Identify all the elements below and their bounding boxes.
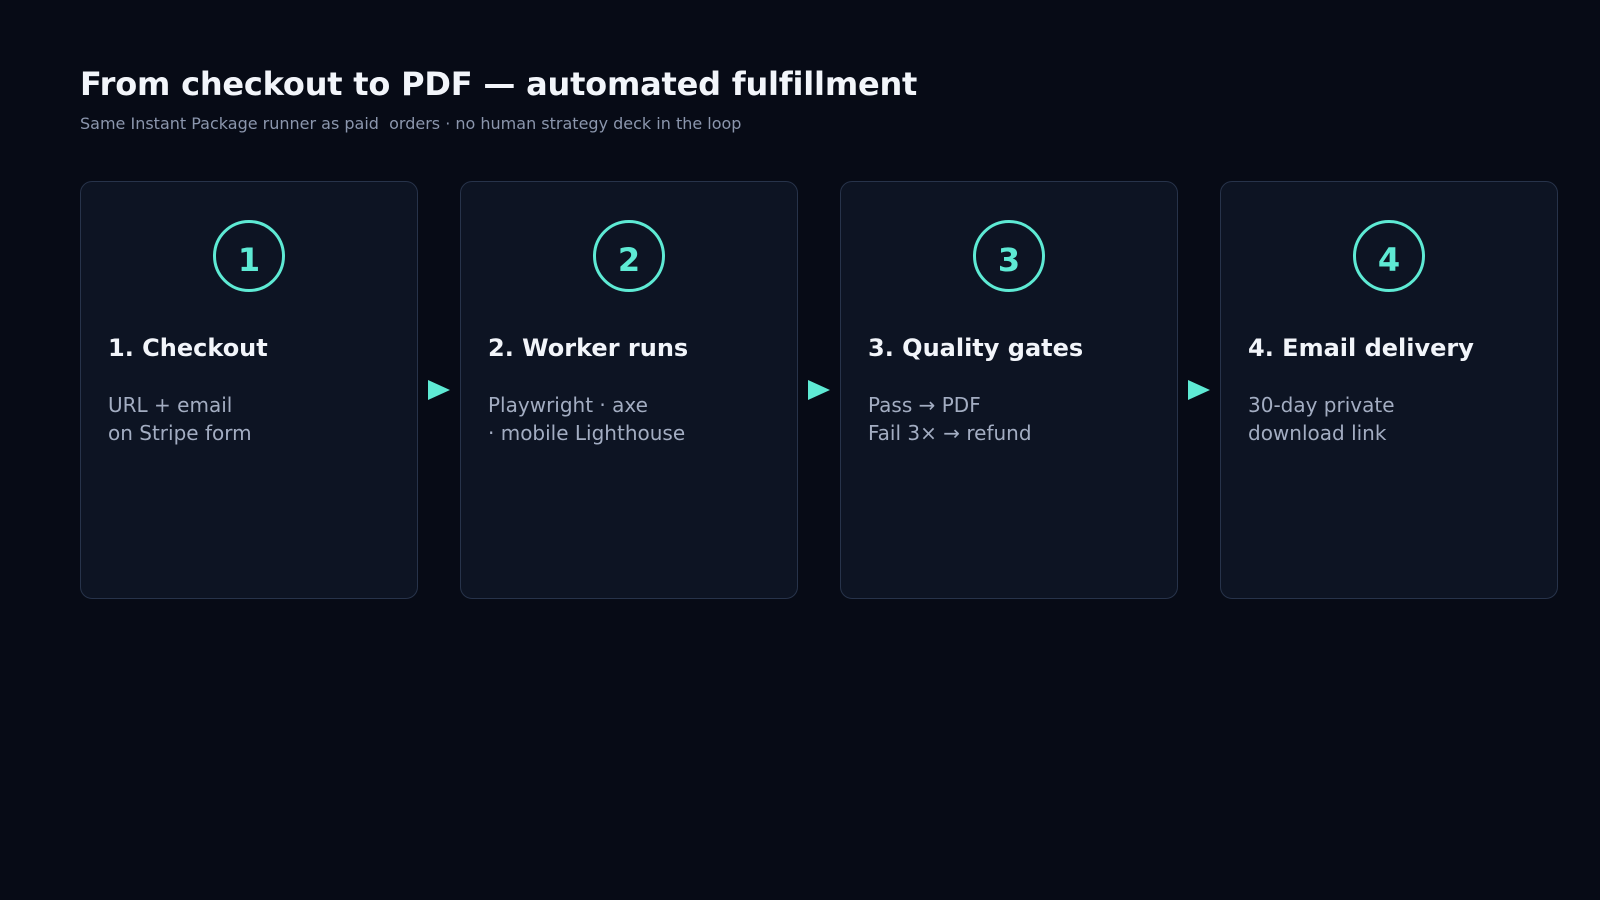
play-arrow-icon [808, 380, 830, 400]
step-description-line: URL + email [108, 393, 233, 417]
step-number-badge: 4 [1353, 220, 1425, 292]
step-description: URL + email on Stripe form [108, 391, 408, 447]
page-subtitle: Same Instant Package runner as paid orde… [80, 114, 742, 133]
step-card-quality-gates: 3 3. Quality gates Pass → PDF Fail 3× → … [840, 181, 1178, 599]
step-number-badge: 2 [593, 220, 665, 292]
step-description-line: download link [1248, 421, 1387, 445]
page-title: From checkout to PDF — automated fulfill… [80, 65, 918, 103]
play-arrow-icon [1188, 380, 1210, 400]
step-description-line: · mobile Lighthouse [488, 421, 686, 445]
step-description-line: on Stripe form [108, 421, 252, 445]
step-description: 30-day private download link [1248, 391, 1548, 447]
step-title: 1. Checkout [108, 334, 268, 362]
step-card-email-delivery: 4 4. Email delivery 30-day private downl… [1220, 181, 1558, 599]
step-description-line: Fail 3× → refund [868, 421, 1032, 445]
step-number-badge: 3 [973, 220, 1045, 292]
step-description-line: Pass → PDF [868, 393, 981, 417]
step-card-checkout: 1 1. Checkout URL + email on Stripe form [80, 181, 418, 599]
step-number: 4 [1377, 241, 1401, 279]
step-description: Pass → PDF Fail 3× → refund [868, 391, 1168, 447]
step-description: Playwright · axe · mobile Lighthouse [488, 391, 788, 447]
step-number: 2 [617, 241, 641, 279]
play-arrow-icon [428, 380, 450, 400]
step-description-line: Playwright · axe [488, 393, 648, 417]
header: From checkout to PDF — automated fulfill… [80, 62, 917, 136]
step-title: 4. Email delivery [1248, 334, 1474, 362]
step-title: 2. Worker runs [488, 334, 689, 362]
process-flow: 1 1. Checkout URL + email on Stripe form… [80, 181, 1560, 601]
step-number-badge: 1 [213, 220, 285, 292]
step-description-line: 30-day private [1248, 393, 1395, 417]
step-card-worker-runs: 2 2. Worker runs Playwright · axe · mobi… [460, 181, 798, 599]
step-number: 3 [997, 241, 1021, 279]
step-number: 1 [237, 241, 261, 279]
step-title: 3. Quality gates [868, 334, 1084, 362]
